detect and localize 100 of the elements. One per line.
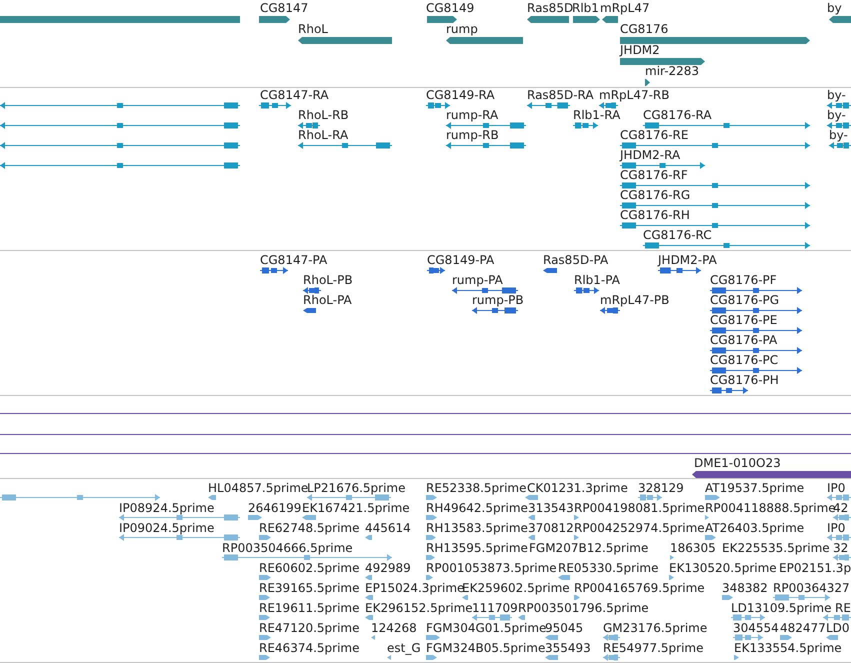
protein-model bbox=[543, 266, 557, 274]
est-label: 124268 bbox=[371, 621, 417, 635]
transcript-model bbox=[827, 120, 851, 130]
est-label: RH49642.5prime bbox=[426, 501, 528, 515]
est-label: AT19537.5prime bbox=[705, 481, 804, 495]
est-label: 482477 bbox=[780, 621, 826, 635]
est-alignment bbox=[574, 512, 579, 522]
gene-label: JHDM2 bbox=[620, 43, 660, 57]
protein-label: rump-PB bbox=[472, 293, 524, 307]
clone-label: DME1-010O23 bbox=[694, 456, 781, 470]
est-label: FGM207B12.5prime bbox=[529, 541, 648, 555]
gene-label: CG8176 bbox=[620, 22, 668, 36]
est-alignment bbox=[827, 492, 851, 502]
protein-model bbox=[658, 266, 701, 274]
est-label: 186305 bbox=[670, 541, 716, 555]
protein-model bbox=[710, 386, 748, 394]
transcript-model bbox=[298, 120, 320, 130]
transcript-label: CG8176-RC bbox=[643, 228, 712, 242]
est-label: EK225535.5prime bbox=[722, 541, 830, 555]
est-alignment bbox=[545, 632, 558, 642]
protein-model bbox=[600, 306, 620, 314]
est-label: EK133554.5prime bbox=[734, 641, 842, 655]
est-alignment bbox=[833, 552, 851, 562]
est-alignment bbox=[426, 492, 437, 502]
protein-label: Ras85D-PA bbox=[543, 253, 608, 267]
est-alignment bbox=[528, 512, 535, 522]
est-alignment bbox=[426, 512, 437, 522]
est-label: RP004198081.5prime bbox=[574, 501, 705, 515]
transcript-model bbox=[573, 120, 598, 130]
est-alignment bbox=[705, 512, 709, 522]
gene-label: Ras85D bbox=[527, 1, 574, 15]
est-label: RP004252974.5prime bbox=[574, 521, 705, 535]
est-label: RE19611.5prime bbox=[259, 601, 360, 615]
transcript-label: mRpL47-RB bbox=[599, 88, 670, 102]
est-alignment bbox=[603, 632, 620, 642]
est-alignment bbox=[574, 592, 580, 602]
gene-bar bbox=[829, 14, 851, 24]
est-alignment bbox=[518, 612, 525, 622]
gene-bar bbox=[527, 14, 569, 24]
est-alignment bbox=[426, 532, 436, 542]
est-label: EP02151.3p bbox=[779, 561, 851, 575]
est-label: RH13583.5prime bbox=[426, 521, 528, 535]
protein-model bbox=[427, 266, 445, 274]
protein-label: CG8149-PA bbox=[427, 253, 494, 267]
gene-label: RhoL bbox=[298, 22, 328, 36]
transcript-label: CG8176-RH bbox=[620, 208, 690, 222]
est-label: RE47120.5prime bbox=[259, 621, 360, 635]
est-alignment bbox=[259, 612, 270, 622]
est-alignment bbox=[426, 552, 435, 562]
est-alignment bbox=[780, 632, 792, 642]
est-label: EK296152.5prime bbox=[365, 601, 473, 615]
transcript-label: RhoL-RA bbox=[298, 128, 348, 142]
est-label: 111709 bbox=[472, 601, 518, 615]
est-label: RP001053873.5prime bbox=[426, 561, 557, 575]
transcript-label: rump-RA bbox=[446, 108, 498, 122]
est-label: AT26403.5prime bbox=[705, 521, 804, 535]
est-alignment bbox=[365, 612, 373, 622]
est-label: RE46374.5prime bbox=[259, 641, 360, 655]
est-alignment bbox=[705, 532, 716, 542]
est-label: IP08924.5prime bbox=[119, 501, 214, 515]
est-alignment bbox=[208, 492, 216, 502]
est-alignment bbox=[545, 652, 558, 662]
est-label: EK259602.5prime bbox=[462, 581, 570, 595]
protein-label: CG8176-PE bbox=[710, 313, 778, 327]
est-alignment bbox=[426, 632, 440, 642]
gene-bar bbox=[645, 78, 650, 86]
est-label: FGM304G01.5prime bbox=[426, 621, 546, 635]
est-label: 304554 bbox=[733, 621, 779, 635]
transcript-label: JHDM2-RA bbox=[620, 148, 680, 162]
est-label: GM23176.5prime bbox=[603, 621, 708, 635]
transcript-label: by- bbox=[829, 128, 848, 142]
est-label: CK01231.3prime bbox=[527, 481, 628, 495]
protein-model bbox=[452, 286, 518, 294]
est-alignment bbox=[259, 632, 271, 642]
transcript-label: CG8147-RA bbox=[260, 88, 329, 102]
protein-label: JHDM2-PA bbox=[658, 253, 717, 267]
est-alignment bbox=[833, 512, 851, 522]
est-label: 348382 bbox=[722, 581, 768, 595]
est-alignment bbox=[705, 492, 720, 502]
est-label: IP0 bbox=[827, 481, 846, 495]
est-alignment bbox=[462, 592, 468, 602]
gene-label: CG8149 bbox=[426, 1, 474, 15]
est-alignment bbox=[426, 652, 437, 662]
transcript-model bbox=[259, 100, 291, 110]
est-alignment bbox=[722, 592, 733, 602]
protein-label: CG8176-PC bbox=[710, 353, 778, 367]
est-label: LD0 bbox=[826, 621, 850, 635]
gene-label: Rlb1 bbox=[572, 1, 599, 15]
transcript-label: CG8149-RA bbox=[426, 88, 495, 102]
est-label: RE05330.5prime bbox=[558, 561, 658, 575]
est-label: RE39165.5prime bbox=[259, 581, 360, 595]
est-alignment bbox=[574, 532, 579, 542]
est-alignment bbox=[669, 572, 674, 582]
est-label: 492989 bbox=[365, 561, 411, 575]
est-label: RE54977.5prime bbox=[603, 641, 704, 655]
est-alignment bbox=[371, 632, 375, 642]
est-label: EK130520.5prime bbox=[669, 561, 777, 575]
est-alignment bbox=[733, 632, 763, 642]
est-label: RP004118888.5prime bbox=[705, 501, 836, 515]
protein-label: Rlb1-PA bbox=[574, 273, 620, 287]
